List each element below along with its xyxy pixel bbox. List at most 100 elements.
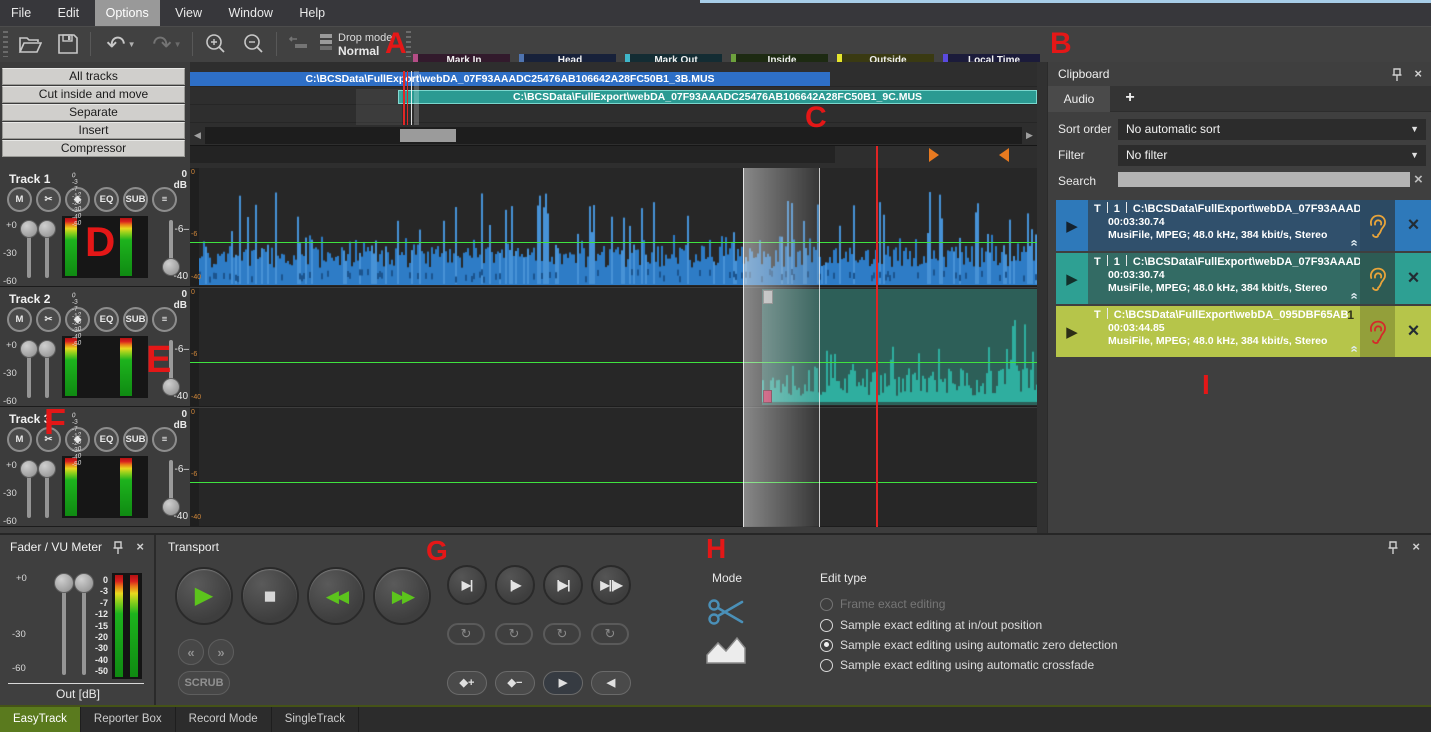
output-fader-knob-left[interactable]	[54, 573, 74, 593]
insert-button[interactable]: Insert	[2, 122, 185, 139]
move-to-cursor-button[interactable]	[282, 29, 314, 59]
loop-button-1[interactable]: ↻	[447, 623, 485, 645]
skip-forward-button[interactable]: »	[208, 639, 234, 665]
project-overview[interactable]: C:\BCSData\FullExport\webDA_07F93AAADC25…	[190, 62, 1037, 168]
sort-order-select[interactable]: No automatic sort ▼	[1118, 119, 1426, 140]
scroll-right-arrow[interactable]: ▶	[1022, 127, 1037, 144]
skip-back-button[interactable]: «	[178, 639, 204, 665]
radio-sample-exact-zero-detect[interactable]: Sample exact editing using automatic zer…	[820, 636, 1118, 654]
redo-button[interactable]: ↷▼	[146, 29, 188, 59]
radio-sample-exact-crossfade[interactable]: Sample exact editing using automatic cro…	[820, 656, 1094, 674]
pin-icon[interactable]	[1391, 68, 1405, 82]
overview-clip-track1[interactable]: C:\BCSData\FullExport\webDA_07F93AAADC25…	[190, 72, 830, 86]
eq-button[interactable]: EQ	[94, 187, 119, 212]
radio-sample-exact-inout[interactable]: Sample exact editing at in/out position	[820, 616, 1042, 634]
pin-icon[interactable]	[112, 541, 126, 555]
gain-slider-knob[interactable]	[20, 460, 38, 478]
zoom-in-button[interactable]	[200, 29, 232, 59]
remove-item-button[interactable]: ×	[1395, 200, 1431, 251]
add-marker-button[interactable]: ◆+	[447, 671, 487, 695]
pan-slider-knob[interactable]	[38, 460, 56, 478]
cut-scissors-button[interactable]: ✂	[36, 307, 61, 332]
mute-button[interactable]: M	[7, 187, 32, 212]
collapse-chevron-icon[interactable]: «	[1347, 239, 1360, 245]
radio-frame-exact[interactable]: Frame exact editing	[820, 595, 945, 613]
collapse-chevron-icon[interactable]: «	[1347, 292, 1360, 298]
track1-waveform[interactable]	[199, 168, 1037, 285]
overview-viewport[interactable]	[356, 89, 402, 125]
overview-playhead[interactable]	[403, 71, 405, 125]
loop-button-3[interactable]: ↻	[543, 623, 581, 645]
play-item-button[interactable]: ▶	[1056, 306, 1088, 357]
mark-in-flag[interactable]	[929, 148, 939, 162]
mark-out-flag[interactable]	[999, 148, 1009, 162]
toolbar-grip[interactable]	[3, 31, 8, 57]
clipboard-item[interactable]: ▶ T1C:\BCSData\FullExport\webDA_07F93AAA…	[1056, 253, 1431, 304]
cut-inside-and-move-button[interactable]: Cut inside and move	[2, 86, 185, 103]
timeline-ruler[interactable]	[190, 145, 1037, 163]
tab-easytrack[interactable]: EasyTrack	[0, 707, 81, 732]
tab-reporter-box[interactable]: Reporter Box	[81, 707, 176, 732]
tab-singletrack[interactable]: SingleTrack	[272, 707, 359, 732]
fast-forward-button[interactable]: ▶▶	[373, 567, 431, 625]
loop-button-2[interactable]: ↻	[495, 623, 533, 645]
open-file-button[interactable]	[14, 29, 46, 59]
prev-marker-button[interactable]: ◀	[591, 671, 631, 695]
sub-button[interactable]: SUB	[123, 187, 148, 212]
all-tracks-button[interactable]: All tracks	[2, 68, 185, 85]
track-scroll-gutter[interactable]	[1037, 62, 1047, 533]
time-selection-region[interactable]	[743, 168, 820, 527]
add-tab-button[interactable]: +	[1112, 86, 1148, 112]
sub-button[interactable]: SUB	[123, 307, 148, 332]
play-button[interactable]: ▶	[175, 567, 233, 625]
track-3-lane[interactable]: 0 -6 -40	[190, 408, 1037, 526]
delete-marker-button[interactable]: ◆−	[495, 671, 535, 695]
scroll-left-arrow[interactable]: ◀	[190, 127, 205, 144]
play-item-button[interactable]: ▶	[1056, 200, 1088, 251]
eq-button[interactable]: EQ	[94, 427, 119, 452]
rewind-button[interactable]: ◀◀	[307, 567, 365, 625]
toolbar-grip[interactable]	[406, 31, 411, 57]
overview-clip-track2[interactable]: C:\BCSData\FullExport\webDA_07F93AAADC25…	[398, 90, 1037, 104]
zoom-out-button[interactable]	[238, 29, 270, 59]
gain-slider-knob[interactable]	[20, 340, 38, 358]
horizontal-scrollbar[interactable]: ◀ ▶	[190, 127, 1037, 144]
clipboard-item-body[interactable]: T1C:\BCSData\FullExport\webDA_07F93AAADC…	[1088, 200, 1360, 251]
pan-slider-knob[interactable]	[38, 340, 56, 358]
scrub-button[interactable]: SCRUB	[178, 671, 230, 695]
menu-help[interactable]: Help	[288, 0, 336, 26]
eq-button[interactable]: EQ	[94, 307, 119, 332]
menu-file[interactable]: File	[0, 0, 42, 26]
search-input[interactable]	[1118, 172, 1410, 187]
menu-options[interactable]: Options	[95, 0, 160, 26]
remove-item-button[interactable]: ×	[1395, 306, 1431, 357]
undo-button[interactable]: ↶▼	[100, 29, 142, 59]
tab-record-mode[interactable]: Record Mode	[176, 707, 272, 732]
close-icon[interactable]: ×	[1414, 66, 1422, 81]
pan-slider-knob[interactable]	[38, 220, 56, 238]
menu-window[interactable]: Window	[217, 0, 283, 26]
scrollbar-thumb[interactable]	[400, 129, 456, 142]
menu-edit[interactable]: Edit	[47, 0, 91, 26]
compressor-button[interactable]: Compressor	[2, 140, 185, 157]
output-fader-right[interactable]	[82, 583, 86, 675]
save-button[interactable]	[52, 29, 84, 59]
play-over-cut-button[interactable]: ▶||▶	[591, 565, 631, 605]
track-1-lane[interactable]: 0 -6 -40	[190, 168, 1037, 286]
filter-select[interactable]: No filter ▼	[1118, 145, 1426, 166]
stop-button[interactable]: ■	[241, 567, 299, 625]
play-from-mark-button[interactable]: |▶	[495, 565, 535, 605]
clipboard-item[interactable]: ▶ TC:\BCSData\FullExport\webDA_095DBF65A…	[1056, 306, 1431, 357]
gain-slider-knob[interactable]	[20, 220, 38, 238]
loop-button-4[interactable]: ↻	[591, 623, 629, 645]
sub-button[interactable]: SUB	[123, 427, 148, 452]
cut-mode-button[interactable]	[708, 597, 746, 632]
mute-button[interactable]: M	[7, 427, 32, 452]
cut-scissors-button[interactable]: ✂	[36, 187, 61, 212]
clipboard-item-body[interactable]: TC:\BCSData\FullExport\webDA_095DBF65AB …	[1088, 306, 1360, 357]
clear-search-icon[interactable]: ×	[1414, 172, 1423, 187]
next-marker-button[interactable]: ▶	[543, 671, 583, 695]
undo-dropdown-caret[interactable]: ▼	[128, 40, 136, 49]
track-2-lane[interactable]: 0 -6 -40	[190, 288, 1037, 406]
tab-audio[interactable]: Audio	[1048, 86, 1110, 112]
